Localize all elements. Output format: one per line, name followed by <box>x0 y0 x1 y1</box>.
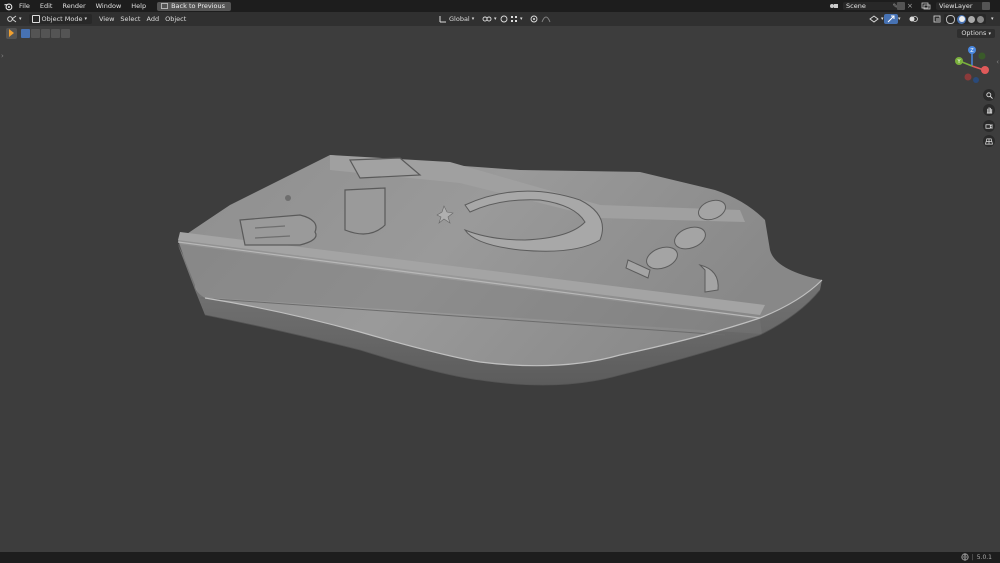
view-layer-icon[interactable] <box>921 2 933 10</box>
select-intersect-icon[interactable] <box>61 28 70 38</box>
overlays-toggle[interactable] <box>906 14 921 24</box>
view-layer-selector[interactable]: ViewLayer <box>936 2 986 10</box>
gizmo-neg-x-handle[interactable] <box>964 73 972 81</box>
hand-icon <box>986 107 992 114</box>
chevron-down-icon: ▾ <box>991 16 994 22</box>
remove-scene-icon[interactable]: × <box>907 3 913 10</box>
gizmo-axis-y <box>961 61 973 67</box>
select-subtract-icon[interactable] <box>41 28 50 38</box>
overlays-icon <box>909 16 918 22</box>
tool-settings-bar <box>0 26 1000 40</box>
snap-target-selector[interactable]: ▾ <box>507 14 526 24</box>
wireframe-shading-icon[interactable] <box>946 14 955 24</box>
menu-select[interactable]: Select <box>117 14 143 24</box>
shield-model[interactable] <box>177 155 823 386</box>
menu-object[interactable]: Object <box>162 14 189 24</box>
scene-name: Scene <box>846 2 866 10</box>
camera-icon <box>985 123 993 129</box>
mode-label: Object Mode <box>41 15 83 23</box>
pan-button[interactable] <box>983 104 995 116</box>
menu-view[interactable]: View <box>96 14 117 24</box>
back-to-previous-label: Back to Previous <box>171 1 226 10</box>
selectability-icon <box>869 15 879 23</box>
scene-icon[interactable] <box>829 2 841 10</box>
menu-edit[interactable]: Edit <box>35 0 58 12</box>
navigation-gizmo[interactable]: Z Y <box>950 44 994 88</box>
active-tool-button[interactable] <box>6 27 17 39</box>
blender-logo-icon[interactable] <box>2 0 14 12</box>
snap-grid-icon <box>511 16 517 22</box>
falloff-selector[interactable] <box>538 14 554 24</box>
gizmo-icon <box>887 15 895 23</box>
view-layer-name: ViewLayer <box>939 2 973 10</box>
gizmo-neg-z-handle[interactable] <box>973 77 979 83</box>
chevron-down-icon: ▾ <box>471 16 475 22</box>
transform-orientation-selector[interactable]: Global ▾ <box>436 14 477 24</box>
orientation-icon <box>439 16 446 23</box>
chevron-down-icon: ▾ <box>520 16 523 22</box>
options-label: Options <box>961 29 987 37</box>
link-icon <box>482 16 492 22</box>
material-shading-icon[interactable] <box>968 15 975 23</box>
menu-file[interactable]: File <box>14 0 35 12</box>
select-invert-icon[interactable] <box>51 28 60 38</box>
version-label: 5.0.1 <box>976 553 992 561</box>
chevron-down-icon: ▾ <box>84 16 87 22</box>
magnifier-icon <box>985 91 993 99</box>
solid-shading-icon[interactable] <box>957 14 966 24</box>
gizmo-neg-y-handle[interactable] <box>978 52 986 60</box>
selection-mode-group <box>21 28 71 38</box>
falloff-curve-icon <box>541 16 551 23</box>
camera-view-button[interactable] <box>983 120 995 132</box>
shading-buttons <box>944 14 986 24</box>
chevron-down-icon: ▾ <box>19 16 22 22</box>
rendered-shading-icon[interactable] <box>977 15 984 23</box>
scene-selector[interactable]: Scene ✎ <box>843 2 901 10</box>
version-info: | 5.0.1 <box>961 553 992 561</box>
object-mode-icon <box>31 15 40 23</box>
editor-type-button[interactable]: ▾ <box>4 14 25 24</box>
back-to-previous-button[interactable]: Back to Previous <box>157 1 232 11</box>
cursor-arrow-icon <box>9 29 14 37</box>
shading-dropdown[interactable]: ▾ <box>988 14 997 24</box>
menu-render[interactable]: Render <box>57 0 90 12</box>
menu-help[interactable]: Help <box>126 0 151 12</box>
chevron-down-icon: ▾ <box>898 16 901 22</box>
viewport-canvas[interactable] <box>0 40 1000 552</box>
globe-icon <box>961 553 969 561</box>
grid-perspective-icon <box>985 138 993 144</box>
transform-orientation-label: Global <box>449 15 470 23</box>
new-view-layer-icon[interactable] <box>982 2 990 10</box>
gizmo-dropdown[interactable]: ▾ <box>895 14 904 24</box>
xray-toggle[interactable] <box>930 14 944 24</box>
select-extend-icon[interactable] <box>31 28 40 38</box>
gizmo-x-handle[interactable] <box>981 66 989 74</box>
viewport-icon <box>7 15 17 23</box>
new-scene-icon[interactable] <box>897 2 905 10</box>
select-new-icon[interactable] <box>21 28 30 38</box>
zoom-button[interactable] <box>983 89 995 101</box>
xray-icon <box>933 15 941 23</box>
options-dropdown[interactable]: Options ▾ <box>957 29 995 38</box>
svg-text:Z: Z <box>970 48 974 54</box>
perspective-toggle-button[interactable] <box>983 135 995 147</box>
proportional-edit-icon <box>530 15 538 23</box>
menu-window[interactable]: Window <box>91 0 127 12</box>
status-bar: | 5.0.1 <box>0 552 1000 563</box>
menu-add[interactable]: Add <box>143 14 162 24</box>
mode-selector[interactable]: Object Mode ▾ <box>28 14 92 24</box>
screen-icon <box>161 3 168 9</box>
chevron-down-icon: ▾ <box>988 31 991 37</box>
